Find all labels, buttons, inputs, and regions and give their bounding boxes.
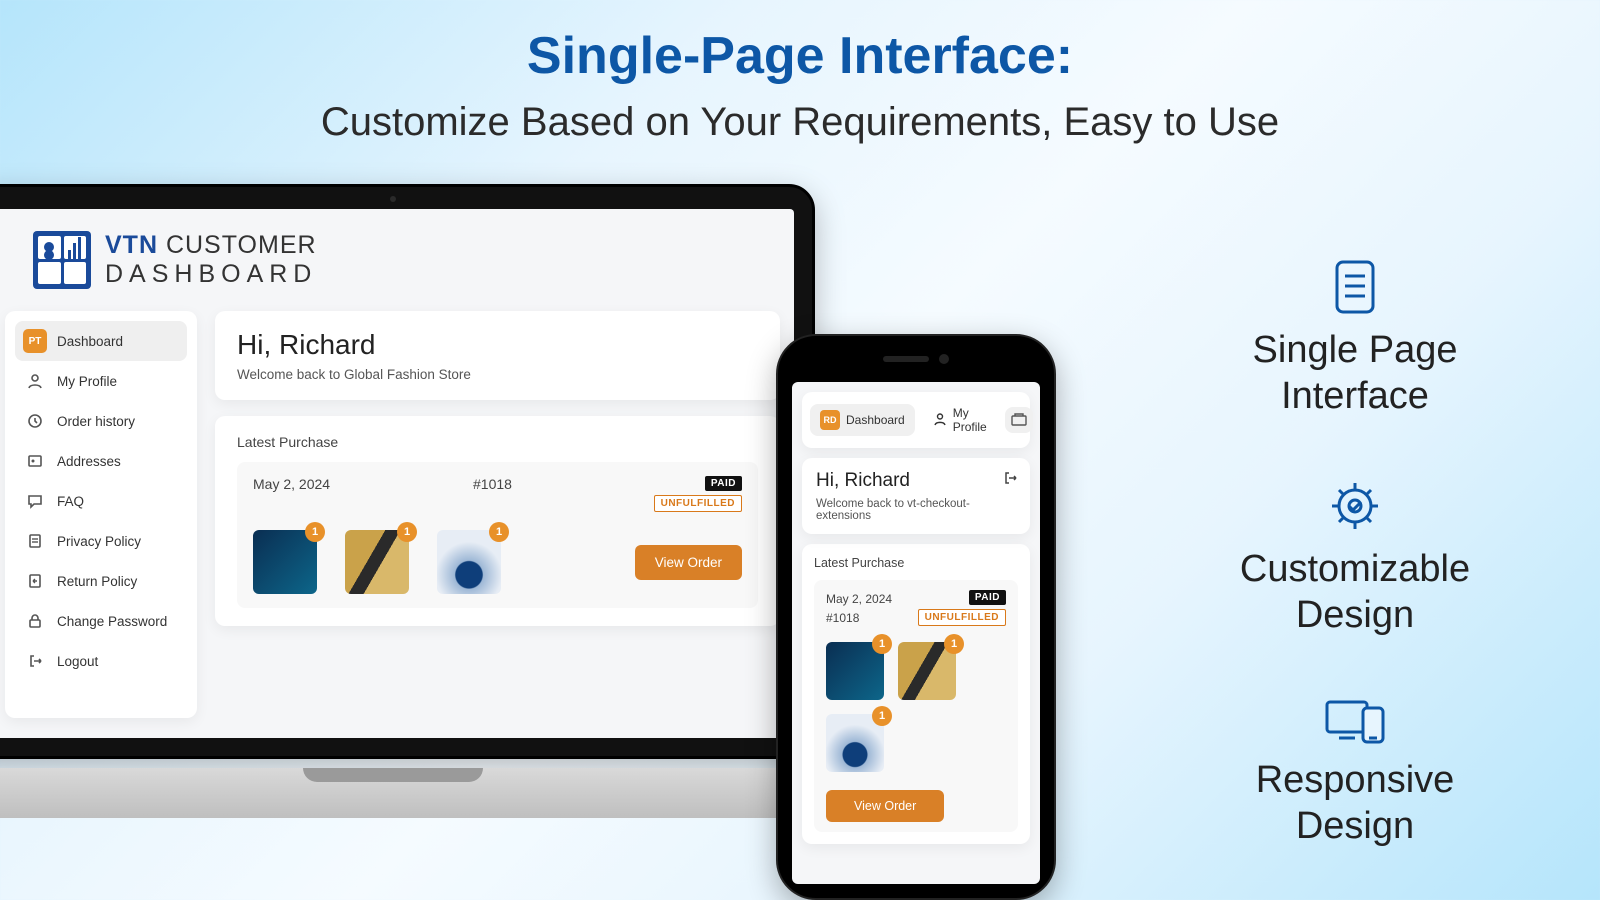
mobile-tab-bar: RD Dashboard My Profile xyxy=(802,392,1030,448)
camera-dot xyxy=(390,196,396,202)
product-thumb[interactable]: 1 xyxy=(826,642,884,700)
brand-line1: VTN CUSTOMER xyxy=(105,231,317,260)
history-icon xyxy=(23,409,47,433)
feature-list: Single Page Interface Customizable Desig… xyxy=(1190,260,1520,900)
sidebar-item-profile[interactable]: My Profile xyxy=(15,361,187,401)
brand-logo xyxy=(33,231,91,289)
sidebar-item-label: Dashboard xyxy=(57,334,123,349)
greeting-card: Hi, Richard Welcome back to Global Fashi… xyxy=(215,311,780,400)
qty-badge: 1 xyxy=(944,634,964,654)
sidebar-item-label: Addresses xyxy=(57,454,121,469)
feature-label: Responsive xyxy=(1256,759,1455,801)
address-icon xyxy=(23,449,47,473)
cart-icon xyxy=(1011,413,1027,427)
feature-label: Design xyxy=(1296,594,1414,636)
brand-line2: DASHBOARD xyxy=(105,260,317,289)
hero-subtitle: Customize Based on Your Requirements, Ea… xyxy=(0,100,1600,145)
sidebar-item-faq[interactable]: FAQ xyxy=(15,481,187,521)
greeting-subtitle: Welcome back to Global Fashion Store xyxy=(237,367,758,382)
brand-header: VTN CUSTOMER DASHBOARD xyxy=(0,209,794,311)
laptop-screen: VTN CUSTOMER DASHBOARD PT Dashboard My P… xyxy=(0,209,794,738)
order-date: May 2, 2024 xyxy=(253,476,473,492)
greeting-subtitle: Welcome back to vt-checkout-extensions xyxy=(816,498,1016,522)
phone-speaker xyxy=(883,356,929,362)
feature-single-page: Single Page Interface xyxy=(1190,260,1520,419)
sidebar-item-label: Order history xyxy=(57,414,135,429)
feature-label: Design xyxy=(1296,805,1414,847)
phone-screen: RD Dashboard My Profile Hi, Richard Welc… xyxy=(792,382,1040,884)
badge-paid: PAID xyxy=(969,590,1006,605)
sidebar-item-label: Return Policy xyxy=(57,574,137,589)
qty-badge: 1 xyxy=(872,634,892,654)
badge-paid: PAID xyxy=(705,476,742,491)
person-icon xyxy=(23,369,47,393)
qty-badge: 1 xyxy=(872,706,892,726)
sidebar-item-label: Change Password xyxy=(57,614,167,629)
badge-unfulfilled: UNFULFILLED xyxy=(654,495,742,512)
product-thumb[interactable]: 1 xyxy=(437,530,501,594)
sidebar-item-privacy[interactable]: Privacy Policy xyxy=(15,521,187,561)
product-thumb[interactable]: 1 xyxy=(345,530,409,594)
mobile-purchase-card: Latest Purchase May 2, 2024 #1018 PAID U… xyxy=(802,544,1030,844)
person-icon xyxy=(933,412,947,429)
feature-label: Interface xyxy=(1281,375,1429,417)
mobile-tab-more[interactable] xyxy=(1005,407,1033,433)
sidebar-item-label: Logout xyxy=(57,654,98,669)
sidebar-item-return[interactable]: Return Policy xyxy=(15,561,187,601)
avatar-initials: RD xyxy=(820,410,840,430)
product-thumb[interactable]: 1 xyxy=(898,642,956,700)
mobile-tab-dashboard[interactable]: RD Dashboard xyxy=(810,404,915,436)
order-number: #1018 xyxy=(826,609,892,628)
hero-title: Single-Page Interface: xyxy=(0,26,1600,86)
qty-badge: 1 xyxy=(489,522,509,542)
view-order-button[interactable]: View Order xyxy=(635,545,742,580)
phone-mock: RD Dashboard My Profile Hi, Richard Welc… xyxy=(776,334,1056,900)
page-icon xyxy=(1331,260,1379,314)
latest-purchase-title: Latest Purchase xyxy=(814,556,1018,570)
latest-purchase-title: Latest Purchase xyxy=(237,434,758,450)
lock-icon xyxy=(23,609,47,633)
logout-icon[interactable] xyxy=(1002,470,1018,491)
feature-label: Single Page xyxy=(1253,329,1458,371)
sidebar-item-label: FAQ xyxy=(57,494,84,509)
sidebar-item-dashboard[interactable]: PT Dashboard xyxy=(15,321,187,361)
qty-badge: 1 xyxy=(305,522,325,542)
latest-purchase-card: Latest Purchase May 2, 2024 #1018 PAID U… xyxy=(215,416,780,626)
responsive-icon xyxy=(1325,698,1385,744)
greeting-title: Hi, Richard xyxy=(816,470,1016,492)
document-icon xyxy=(23,529,47,553)
product-thumb[interactable]: 1 xyxy=(253,530,317,594)
sidebar-item-logout[interactable]: Logout xyxy=(15,641,187,681)
view-order-button[interactable]: View Order xyxy=(826,790,944,822)
sidebar-item-password[interactable]: Change Password xyxy=(15,601,187,641)
mobile-greeting-card: Hi, Richard Welcome back to vt-checkout-… xyxy=(802,458,1030,534)
return-icon xyxy=(23,569,47,593)
mobile-tab-label: My Profile xyxy=(953,406,987,434)
feature-label: Customizable xyxy=(1240,548,1470,590)
sidebar-item-addresses[interactable]: Addresses xyxy=(15,441,187,481)
order-date: May 2, 2024 xyxy=(826,590,892,609)
sidebar-item-label: My Profile xyxy=(57,374,117,389)
sidebar-item-orders[interactable]: Order history xyxy=(15,401,187,441)
phone-camera xyxy=(939,354,949,364)
mobile-tab-profile[interactable]: My Profile xyxy=(923,400,997,440)
product-thumb[interactable]: 1 xyxy=(826,714,884,772)
mobile-tab-label: Dashboard xyxy=(846,413,905,427)
sidebar: PT Dashboard My Profile Order history Ad… xyxy=(5,311,197,718)
logout-icon xyxy=(23,649,47,673)
avatar-initials: PT xyxy=(23,329,47,353)
order-number: #1018 xyxy=(473,476,654,492)
greeting-title: Hi, Richard xyxy=(237,329,758,361)
feature-responsive: Responsive Design xyxy=(1190,698,1520,849)
qty-badge: 1 xyxy=(397,522,417,542)
laptop-mock: VTN CUSTOMER DASHBOARD PT Dashboard My P… xyxy=(0,184,815,804)
faq-icon xyxy=(23,489,47,513)
badge-unfulfilled: UNFULFILLED xyxy=(918,609,1006,626)
gear-icon xyxy=(1328,479,1382,533)
sidebar-item-label: Privacy Policy xyxy=(57,534,141,549)
feature-customizable: Customizable Design xyxy=(1190,479,1520,638)
